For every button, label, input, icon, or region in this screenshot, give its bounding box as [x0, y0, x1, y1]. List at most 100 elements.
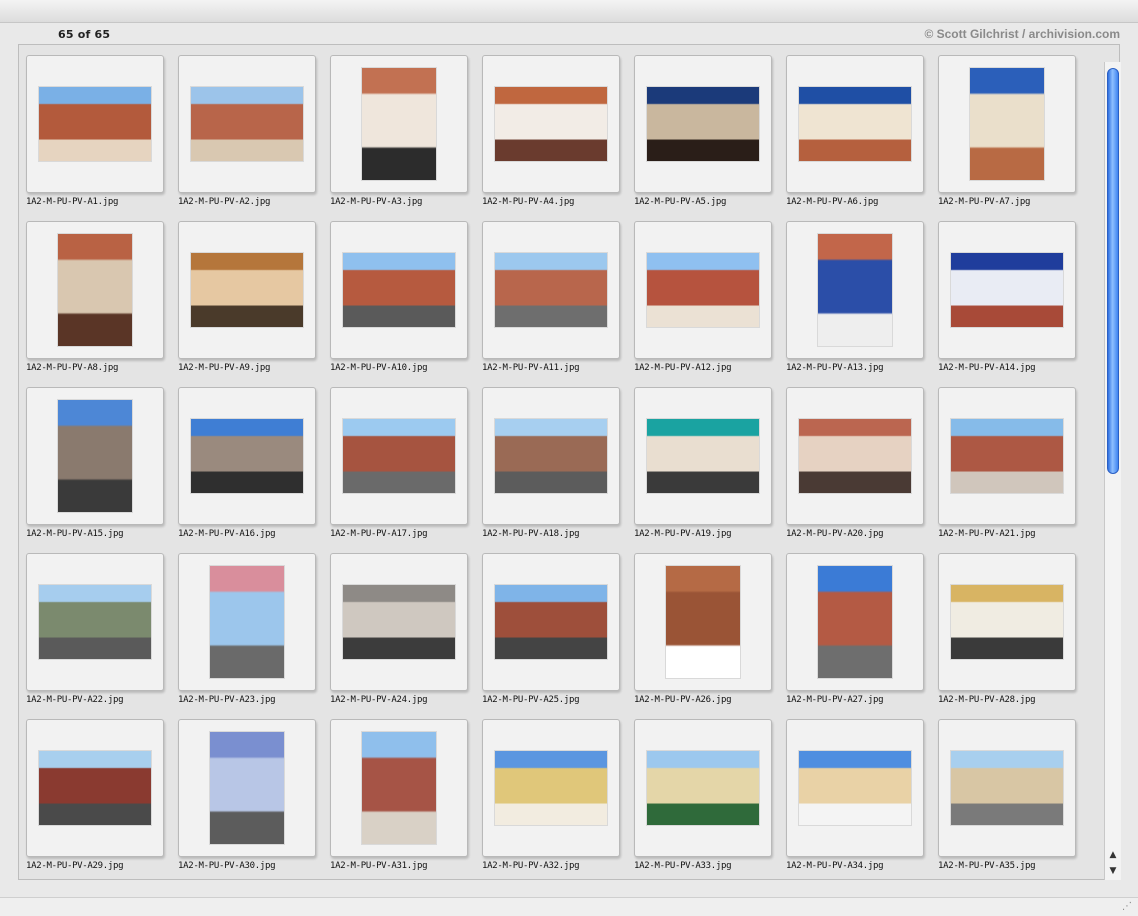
- thumbnail-item[interactable]: 1A2-M-PU-PV-A23.jpg: [171, 543, 316, 705]
- thumbnail-frame[interactable]: [482, 719, 620, 857]
- thumbnail-image[interactable]: [818, 566, 892, 678]
- thumbnail-image[interactable]: [647, 87, 759, 161]
- thumbnail-frame[interactable]: [330, 719, 468, 857]
- thumbnail-image[interactable]: [666, 566, 740, 678]
- thumbnail-image[interactable]: [39, 585, 151, 659]
- thumbnail-image[interactable]: [799, 751, 911, 825]
- thumbnail-item[interactable]: 1A2-M-PU-PV-A16.jpg: [171, 377, 316, 539]
- thumbnail-frame[interactable]: [26, 553, 164, 691]
- thumbnail-frame[interactable]: [786, 221, 924, 359]
- thumbnail-item[interactable]: 1A2-M-PU-PV-A33.jpg: [627, 709, 772, 871]
- thumbnail-frame[interactable]: [178, 221, 316, 359]
- thumbnail-frame[interactable]: [938, 553, 1076, 691]
- thumbnail-image[interactable]: [495, 87, 607, 161]
- thumbnail-item[interactable]: 1A2-M-PU-PV-A27.jpg: [779, 543, 924, 705]
- thumbnail-image[interactable]: [951, 253, 1063, 327]
- thumbnail-frame[interactable]: [482, 55, 620, 193]
- thumbnail-item[interactable]: 1A2-M-PU-PV-A25.jpg: [475, 543, 620, 705]
- thumbnail-image[interactable]: [362, 732, 436, 844]
- thumbnail-image[interactable]: [818, 234, 892, 346]
- scroll-down-arrow-icon[interactable]: ▼: [1107, 864, 1119, 878]
- thumbnail-image[interactable]: [799, 419, 911, 493]
- thumbnail-frame[interactable]: [786, 719, 924, 857]
- resize-grip-icon[interactable]: ⋰: [1122, 901, 1134, 913]
- thumbnail-item[interactable]: 1A2-M-PU-PV-A12.jpg: [627, 211, 772, 373]
- thumbnail-item[interactable]: 1A2-M-PU-PV-A35.jpg: [931, 709, 1076, 871]
- thumbnail-frame[interactable]: [178, 719, 316, 857]
- thumbnail-item[interactable]: 1A2-M-PU-PV-A5.jpg: [627, 45, 772, 207]
- vertical-scrollbar[interactable]: ▲ ▼: [1104, 62, 1121, 880]
- thumbnail-image[interactable]: [951, 751, 1063, 825]
- thumbnail-item[interactable]: 1A2-M-PU-PV-A14.jpg: [931, 211, 1076, 373]
- thumbnail-frame[interactable]: [938, 55, 1076, 193]
- thumbnail-frame[interactable]: [482, 387, 620, 525]
- thumbnail-item[interactable]: 1A2-M-PU-PV-A22.jpg: [19, 543, 164, 705]
- thumbnail-image[interactable]: [495, 585, 607, 659]
- thumbnail-image[interactable]: [210, 732, 284, 844]
- thumbnail-image[interactable]: [495, 253, 607, 327]
- thumbnail-image[interactable]: [362, 68, 436, 180]
- thumbnail-image[interactable]: [58, 234, 132, 346]
- thumbnail-item[interactable]: 1A2-M-PU-PV-A26.jpg: [627, 543, 772, 705]
- thumbnail-item[interactable]: 1A2-M-PU-PV-A24.jpg: [323, 543, 468, 705]
- thumbnail-image[interactable]: [495, 751, 607, 825]
- thumbnail-item[interactable]: 1A2-M-PU-PV-A20.jpg: [779, 377, 924, 539]
- thumbnail-item[interactable]: 1A2-M-PU-PV-A7.jpg: [931, 45, 1076, 207]
- thumbnail-item[interactable]: 1A2-M-PU-PV-A2.jpg: [171, 45, 316, 207]
- thumbnail-item[interactable]: 1A2-M-PU-PV-A17.jpg: [323, 377, 468, 539]
- thumbnail-frame[interactable]: [178, 55, 316, 193]
- thumbnail-frame[interactable]: [634, 221, 772, 359]
- thumbnail-frame[interactable]: [634, 55, 772, 193]
- thumbnail-frame[interactable]: [178, 553, 316, 691]
- thumbnail-frame[interactable]: [786, 387, 924, 525]
- thumbnail-item[interactable]: 1A2-M-PU-PV-A6.jpg: [779, 45, 924, 207]
- thumbnail-item[interactable]: 1A2-M-PU-PV-A15.jpg: [19, 377, 164, 539]
- thumbnail-frame[interactable]: [26, 55, 164, 193]
- thumbnail-image[interactable]: [799, 87, 911, 161]
- thumbnail-item[interactable]: 1A2-M-PU-PV-A34.jpg: [779, 709, 924, 871]
- thumbnail-item[interactable]: 1A2-M-PU-PV-A1.jpg: [19, 45, 164, 207]
- thumbnail-image[interactable]: [343, 253, 455, 327]
- thumbnail-frame[interactable]: [330, 221, 468, 359]
- thumbnail-frame[interactable]: [938, 719, 1076, 857]
- thumbnail-item[interactable]: 1A2-M-PU-PV-A32.jpg: [475, 709, 620, 871]
- thumbnail-image[interactable]: [647, 419, 759, 493]
- thumbnail-frame[interactable]: [330, 55, 468, 193]
- thumbnail-frame[interactable]: [482, 553, 620, 691]
- thumbnail-item[interactable]: 1A2-M-PU-PV-A4.jpg: [475, 45, 620, 207]
- thumbnail-image[interactable]: [647, 253, 759, 327]
- thumbnail-image[interactable]: [191, 87, 303, 161]
- thumbnail-image[interactable]: [970, 68, 1044, 180]
- thumbnail-frame[interactable]: [26, 719, 164, 857]
- thumbnail-frame[interactable]: [330, 553, 468, 691]
- thumbnail-item[interactable]: 1A2-M-PU-PV-A3.jpg: [323, 45, 468, 207]
- thumbnail-image[interactable]: [343, 585, 455, 659]
- thumbnail-item[interactable]: 1A2-M-PU-PV-A28.jpg: [931, 543, 1076, 705]
- thumbnail-image[interactable]: [495, 419, 607, 493]
- scroll-up-arrow-icon[interactable]: ▲: [1107, 848, 1119, 862]
- thumbnail-item[interactable]: 1A2-M-PU-PV-A21.jpg: [931, 377, 1076, 539]
- thumbnail-image[interactable]: [210, 566, 284, 678]
- thumbnail-frame[interactable]: [634, 387, 772, 525]
- thumbnail-item[interactable]: 1A2-M-PU-PV-A30.jpg: [171, 709, 316, 871]
- thumbnail-image[interactable]: [39, 87, 151, 161]
- thumbnail-item[interactable]: 1A2-M-PU-PV-A10.jpg: [323, 211, 468, 373]
- thumbnail-item[interactable]: 1A2-M-PU-PV-A18.jpg: [475, 377, 620, 539]
- thumbnail-item[interactable]: 1A2-M-PU-PV-A9.jpg: [171, 211, 316, 373]
- thumbnail-item[interactable]: 1A2-M-PU-PV-A29.jpg: [19, 709, 164, 871]
- scrollbar-thumb[interactable]: [1107, 68, 1119, 474]
- thumbnail-image[interactable]: [191, 419, 303, 493]
- thumbnail-frame[interactable]: [938, 221, 1076, 359]
- thumbnail-image[interactable]: [343, 419, 455, 493]
- thumbnail-frame[interactable]: [634, 553, 772, 691]
- thumbnail-frame[interactable]: [26, 387, 164, 525]
- thumbnail-frame[interactable]: [786, 553, 924, 691]
- thumbnail-frame[interactable]: [26, 221, 164, 359]
- thumbnail-item[interactable]: 1A2-M-PU-PV-A31.jpg: [323, 709, 468, 871]
- thumbnail-image[interactable]: [39, 751, 151, 825]
- thumbnail-image[interactable]: [951, 419, 1063, 493]
- thumbnail-image[interactable]: [951, 585, 1063, 659]
- thumbnail-image[interactable]: [58, 400, 132, 512]
- thumbnail-frame[interactable]: [634, 719, 772, 857]
- thumbnail-item[interactable]: 1A2-M-PU-PV-A19.jpg: [627, 377, 772, 539]
